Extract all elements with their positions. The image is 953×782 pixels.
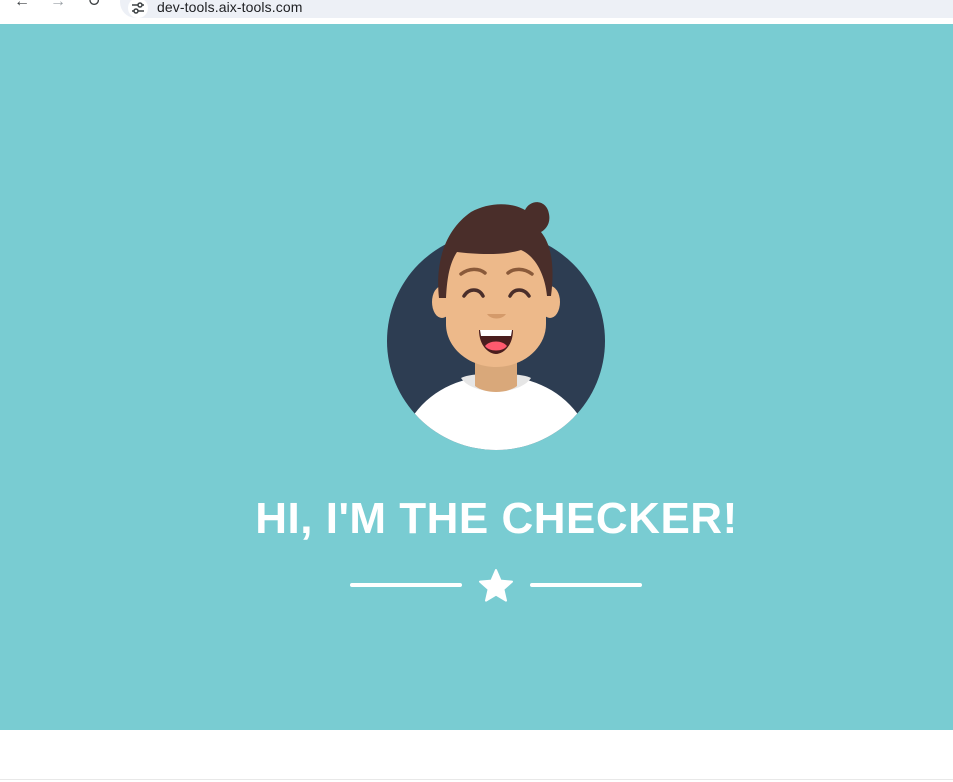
smiling-person-avatar	[387, 202, 605, 450]
page-content-area	[0, 730, 953, 782]
site-info-button[interactable]	[128, 0, 148, 18]
hero-banner: HI, I'M THE CHECKER!	[0, 24, 953, 730]
divider-line-right	[530, 583, 642, 587]
arrow-right-icon: →	[50, 0, 66, 10]
back-button[interactable]: ←	[12, 0, 32, 12]
reload-button[interactable]: ↻	[84, 0, 104, 12]
tune-icon	[132, 2, 144, 14]
browser-toolbar: ← → ↻ dev-tools.aix-tools.com	[0, 0, 953, 24]
arrow-left-icon: ←	[14, 0, 30, 10]
address-bar[interactable]: dev-tools.aix-tools.com	[120, 0, 953, 18]
url-text[interactable]: dev-tools.aix-tools.com	[157, 0, 302, 15]
reload-icon: ↻	[87, 0, 101, 10]
forward-button[interactable]: →	[48, 0, 68, 12]
page-title: HI, I'M THE CHECKER!	[255, 494, 738, 543]
star-icon	[479, 569, 513, 602]
divider	[0, 779, 953, 780]
divider-line-left	[350, 583, 462, 587]
